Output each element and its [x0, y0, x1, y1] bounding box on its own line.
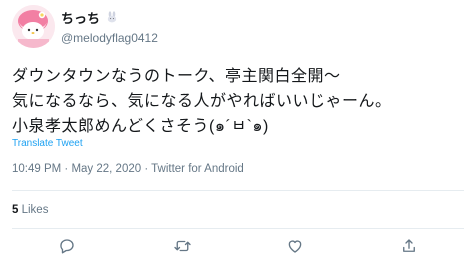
retweet-button[interactable] [172, 236, 192, 256]
rabbit-face-icon [106, 11, 118, 26]
user-handle[interactable]: @melodyflag0412 [61, 30, 158, 46]
like-icon [288, 240, 302, 253]
likes-count[interactable]: 5 Likes [12, 204, 48, 216]
like-button[interactable] [285, 236, 305, 256]
avatar-image [12, 5, 55, 48]
reply-icon [60, 239, 74, 254]
translate-tweet-link[interactable]: Translate Tweet [12, 138, 83, 149]
author-block: ちっち @melodyflag0412 [61, 10, 158, 46]
divider [12, 190, 464, 191]
tweet-text-line: 気になるなら、気になる人がやればいいじゃーん。 [12, 93, 392, 110]
tweet-timestamp[interactable]: 10:49 PM · May 22, 2020 · Twitter for An… [12, 163, 244, 175]
retweet-icon [173, 240, 191, 252]
display-name[interactable]: ちっち [61, 10, 100, 27]
reply-button[interactable] [57, 236, 77, 256]
likes-number: 5 [12, 204, 19, 216]
divider [12, 228, 464, 229]
share-button[interactable] [399, 236, 419, 256]
avatar[interactable] [12, 5, 55, 48]
likes-label: Likes [21, 204, 49, 216]
share-icon [403, 239, 415, 252]
tweet-card: ちっち @melodyflag0412 ダウンタウンなうのトーク、亭主関白全開～… [0, 0, 476, 265]
tweet-text-line: 小泉孝太郎めんどくさそう(๑´ㅂ`๑) [12, 118, 269, 135]
tweet-text-line: ダウンタウンなうのトーク、亭主関白全開～ [12, 68, 341, 85]
tweet-text: ダウンタウンなうのトーク、亭主関白全開～ 気になるなら、気になる人がやればいいじ… [12, 64, 462, 139]
